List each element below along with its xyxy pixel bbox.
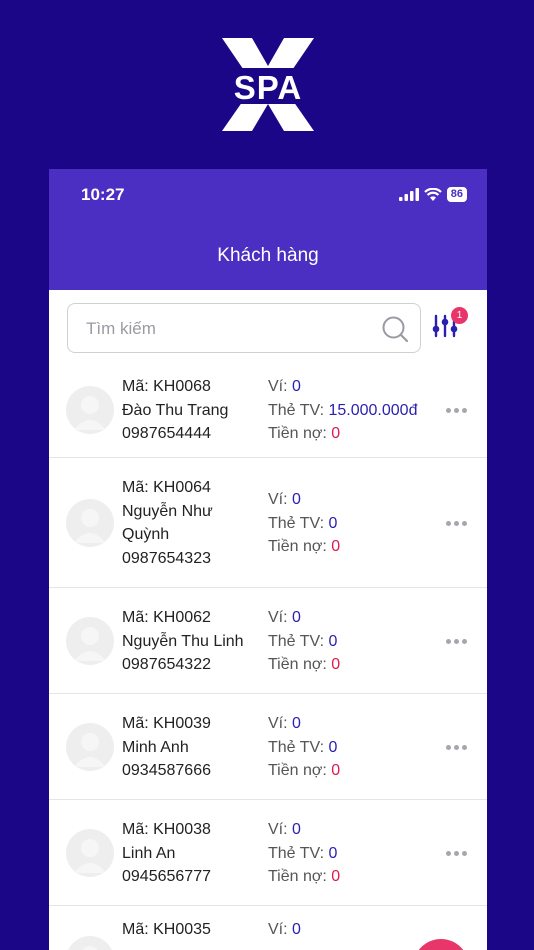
customer-name: Nguyễn Thu Linh [122, 632, 244, 650]
customer-code: Mã: KH0038 [122, 821, 211, 838]
customer-balances: Ví: 0 Thẻ TV: 0 Tiền nợ: 0 [268, 818, 468, 889]
more-options-icon[interactable] [446, 639, 467, 644]
customer-info: Mã: KH0064 Nguyễn Như Quỳnh 0987654323 [122, 476, 262, 570]
more-options-icon[interactable] [446, 851, 467, 856]
signal-icon [398, 188, 419, 201]
customer-code: Mã: KH0035 [122, 921, 211, 938]
customer-info: Mã: KH0035 [122, 918, 262, 942]
battery-icon: 86 [446, 187, 467, 202]
customer-list: Mã: KH0068 Đào Thu Trang 0987654444 Ví: … [49, 362, 487, 950]
customer-row[interactable]: Mã: KH0038 Linh An 0945656777 Ví: 0 Thẻ … [49, 800, 487, 906]
customer-code: Mã: KH0039 [122, 715, 211, 732]
customer-balances: Ví: 0 Thẻ TV: 15.000.000đ Tiền nợ: 0 [268, 375, 468, 446]
app-bar: 10:27 86 Khách hàng [49, 169, 487, 290]
filter-badge: 1 [451, 307, 468, 324]
customer-phone: 0987654444 [122, 425, 211, 442]
search-input[interactable] [84, 304, 378, 354]
spa-logo: SPA [218, 38, 318, 133]
debt-line: Tiền nợ: 0 [268, 538, 341, 555]
wallet-line: Ví: 0 [268, 821, 301, 838]
customer-phone: 0987654323 [122, 549, 211, 567]
customer-name: Minh Anh [122, 738, 189, 756]
customer-phone: 0945656777 [122, 868, 211, 885]
member-card-line: Thẻ TV: 0 [268, 738, 338, 756]
customer-row[interactable]: Mã: KH0064 Nguyễn Như Quỳnh 0987654323 V… [49, 458, 487, 588]
member-card-line: Thẻ TV: 15.000.000đ [268, 401, 418, 419]
customer-code: Mã: KH0064 [122, 479, 211, 496]
debt-line: Tiền nợ: 0 [268, 425, 341, 442]
user-placeholder-icon [74, 396, 106, 430]
user-placeholder-icon [74, 509, 106, 543]
customer-info: Mã: KH0038 Linh An 0945656777 [122, 818, 262, 889]
customer-balances: Ví: 0 [268, 918, 468, 942]
customer-info: Mã: KH0039 Minh Anh 0934587666 [122, 712, 262, 783]
user-placeholder-icon [82, 946, 98, 950]
user-placeholder-icon [74, 733, 106, 767]
customer-name: Đào Thu Trang [122, 401, 229, 419]
avatar [66, 829, 114, 877]
customer-info: Mã: KH0068 Đào Thu Trang 0987654444 [122, 375, 262, 446]
status-icons: 86 [398, 187, 467, 202]
avatar [66, 617, 114, 665]
customer-phone: 0934587666 [122, 762, 211, 779]
debt-line: Tiền nợ: 0 [268, 762, 341, 779]
customer-info: Mã: KH0062 Nguyễn Thu Linh 0987654322 [122, 606, 262, 677]
customer-balances: Ví: 0 Thẻ TV: 0 Tiền nợ: 0 [268, 712, 468, 783]
customer-row[interactable]: Mã: KH0068 Đào Thu Trang 0987654444 Ví: … [49, 362, 487, 458]
wallet-line: Ví: 0 [268, 921, 301, 938]
customer-code: Mã: KH0068 [122, 378, 211, 395]
customer-balances: Ví: 0 Thẻ TV: 0 Tiền nợ: 0 [268, 606, 468, 677]
member-card-line: Thẻ TV: 0 [268, 632, 338, 650]
more-options-icon[interactable] [446, 745, 467, 750]
avatar [66, 723, 114, 771]
customer-balances: Ví: 0 Thẻ TV: 0 Tiền nợ: 0 [268, 488, 468, 559]
debt-line: Tiền nợ: 0 [268, 868, 341, 885]
member-card-line: Thẻ TV: 0 [268, 844, 338, 862]
wallet-line: Ví: 0 [268, 609, 301, 626]
customer-phone: 0987654322 [122, 656, 211, 673]
search-icon[interactable] [382, 316, 408, 342]
customer-row[interactable]: Mã: KH0035 Ví: 0 [49, 906, 487, 950]
wallet-line: Ví: 0 [268, 491, 301, 508]
wifi-icon [423, 188, 442, 201]
customer-row[interactable]: Mã: KH0062 Nguyễn Thu Linh 0987654322 Ví… [49, 588, 487, 694]
customer-code: Mã: KH0062 [122, 609, 211, 626]
more-options-icon[interactable] [446, 408, 467, 413]
debt-line: Tiền nợ: 0 [268, 656, 341, 673]
search-row: 1 [49, 290, 487, 362]
wallet-line: Ví: 0 [268, 378, 301, 395]
filter-button[interactable]: 1 [432, 307, 468, 344]
page-title: Khách hàng [217, 245, 319, 266]
avatar [66, 936, 114, 950]
member-card-line: Thẻ TV: 0 [268, 514, 338, 532]
status-time: 10:27 [81, 185, 125, 204]
customer-row[interactable]: Mã: KH0039 Minh Anh 0934587666 Ví: 0 Thẻ… [49, 694, 487, 800]
more-options-icon[interactable] [446, 521, 467, 526]
user-placeholder-icon [74, 839, 106, 873]
phone-screen: 10:27 86 Khách hàng Tìm kiếm 1 Mã: KH006… [49, 169, 487, 950]
search-field[interactable] [67, 303, 421, 354]
user-placeholder-icon [74, 627, 106, 661]
customer-name: Linh An [122, 844, 176, 862]
avatar [66, 499, 114, 547]
customer-name: Nguyễn Như Quỳnh [122, 502, 213, 544]
avatar [66, 386, 114, 434]
wallet-line: Ví: 0 [268, 715, 301, 732]
logo-text: SPA [233, 69, 303, 106]
